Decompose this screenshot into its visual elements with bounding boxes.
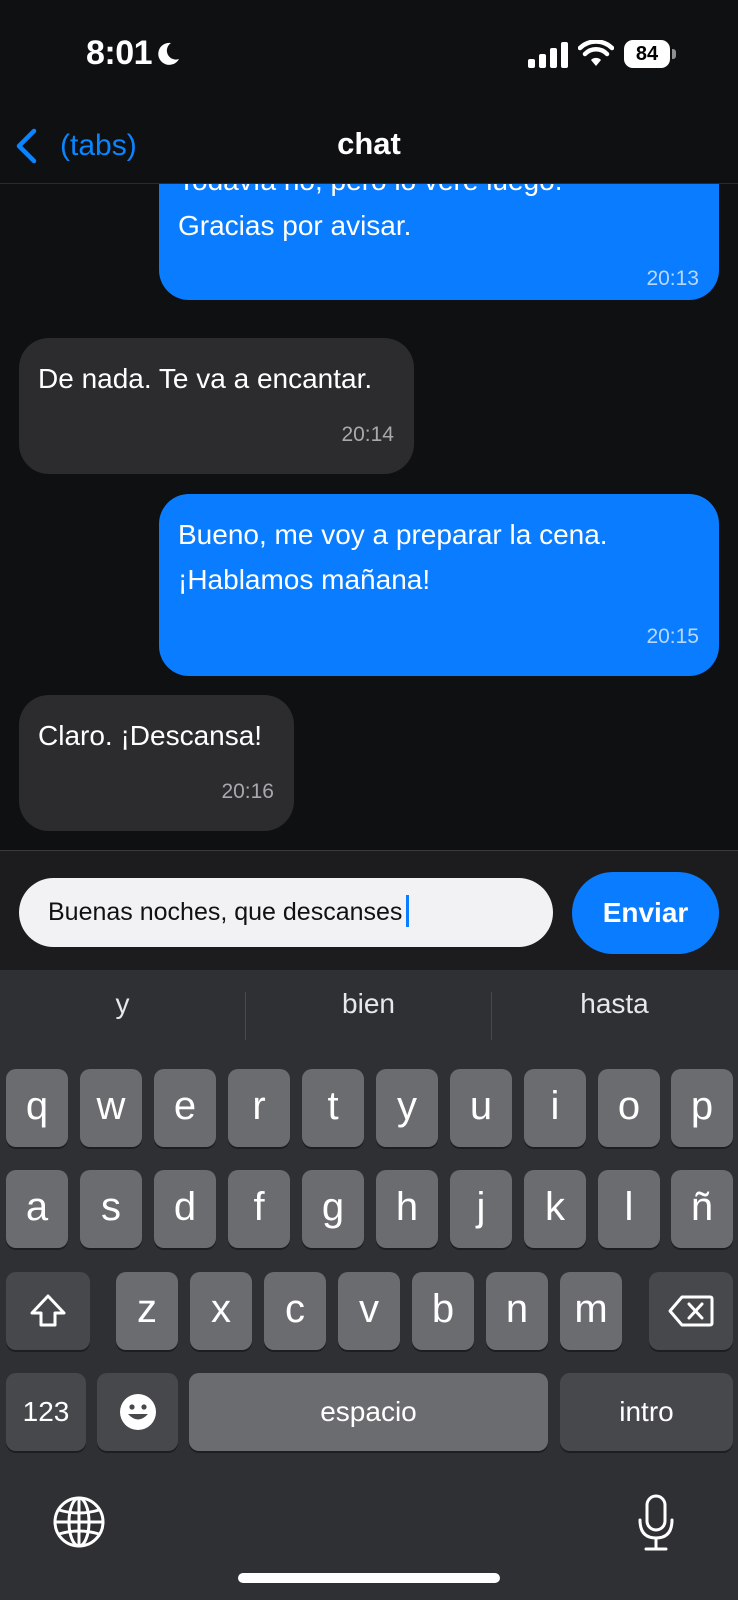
message-bubble-sent: Todavía no, pero lo veré luego. Gracias …: [159, 184, 719, 300]
message-text: ¡Hablamos mañana!: [178, 564, 431, 595]
key-t[interactable]: t: [302, 1069, 364, 1147]
message-text: Claro. ¡Descansa!: [38, 720, 263, 751]
home-indicator[interactable]: [238, 1573, 500, 1583]
status-bar: 8:01 84: [0, 0, 738, 110]
suggestion-bar: y bien hasta: [0, 970, 738, 1040]
message-input-value: Buenas noches, que descanses: [48, 898, 403, 926]
key-w[interactable]: w: [80, 1069, 142, 1147]
key-i[interactable]: i: [524, 1069, 586, 1147]
message-input[interactable]: Buenas noches, que descanses: [19, 878, 553, 947]
shift-key[interactable]: [6, 1272, 90, 1350]
page-title: chat: [337, 126, 401, 161]
key-d[interactable]: d: [154, 1170, 216, 1248]
message-timestamp: 20:15: [646, 625, 699, 648]
status-time: 8:01: [86, 34, 153, 72]
message-text: Bueno, me voy a preparar la cena.: [178, 519, 608, 550]
key-j[interactable]: j: [450, 1170, 512, 1248]
key-g[interactable]: g: [302, 1170, 364, 1248]
key-a[interactable]: a: [6, 1170, 68, 1248]
key-h[interactable]: h: [376, 1170, 438, 1248]
battery-level: 84: [635, 43, 659, 65]
message-timestamp: 20:14: [341, 423, 394, 446]
message-timestamp: 20:16: [221, 780, 274, 803]
globe-icon[interactable]: [52, 1495, 106, 1549]
text-caret: [406, 895, 410, 927]
message-bubble-received: De nada. Te va a encantar. 20:14: [19, 338, 414, 474]
key-p[interactable]: p: [671, 1069, 733, 1147]
space-key[interactable]: espacio: [189, 1373, 548, 1451]
backspace-key[interactable]: [649, 1272, 733, 1350]
key-e[interactable]: e: [154, 1069, 216, 1147]
navigation-bar: (tabs) chat: [0, 110, 738, 184]
emoji-key[interactable]: [97, 1373, 178, 1451]
key-y[interactable]: y: [376, 1069, 438, 1147]
battery-indicator: 84: [624, 40, 676, 68]
shift-icon: [30, 1294, 66, 1327]
key-s[interactable]: s: [80, 1170, 142, 1248]
key-m[interactable]: m: [560, 1272, 622, 1350]
key-z[interactable]: z: [116, 1272, 178, 1350]
key-c[interactable]: c: [264, 1272, 326, 1350]
message-list[interactable]: Todavía no, pero lo veré luego. Gracias …: [0, 184, 738, 850]
key-n-tilde[interactable]: ñ: [671, 1170, 733, 1248]
key-r[interactable]: r: [228, 1069, 290, 1147]
key-x[interactable]: x: [190, 1272, 252, 1350]
numbers-key[interactable]: 123: [6, 1373, 86, 1451]
key-f[interactable]: f: [228, 1170, 290, 1248]
key-b[interactable]: b: [412, 1272, 474, 1350]
keyboard: y bien hasta q w e r t y u i o p a s d f…: [0, 970, 738, 1600]
cellular-signal-icon: [528, 42, 568, 68]
send-button[interactable]: Enviar: [572, 872, 719, 954]
message-text: Todavía no, pero lo veré luego.: [178, 184, 700, 203]
suggestion-2[interactable]: bien: [246, 970, 491, 1038]
key-n[interactable]: n: [486, 1272, 548, 1350]
suggestion-1[interactable]: y: [0, 970, 245, 1038]
key-v[interactable]: v: [338, 1272, 400, 1350]
return-key[interactable]: intro: [560, 1373, 733, 1451]
key-q[interactable]: q: [6, 1069, 68, 1147]
backspace-icon: [668, 1295, 714, 1327]
suggestion-3[interactable]: hasta: [492, 970, 737, 1038]
key-u[interactable]: u: [450, 1069, 512, 1147]
key-l[interactable]: l: [598, 1170, 660, 1248]
message-text: De nada. Te va a encantar.: [38, 363, 373, 394]
message-bubble-received: Claro. ¡Descansa! 20:16: [19, 695, 294, 831]
message-bubble-sent: Bueno, me voy a preparar la cena. ¡Habla…: [159, 494, 719, 676]
moon-icon: [158, 42, 179, 65]
message-text: Gracias por avisar.: [178, 210, 412, 241]
microphone-icon[interactable]: [636, 1494, 676, 1552]
message-timestamp: 20:13: [646, 267, 699, 290]
wifi-icon: [578, 40, 614, 66]
battery-tip: [672, 49, 676, 59]
emoji-icon: [119, 1394, 156, 1430]
message-composer: Buenas noches, que descanses Enviar: [0, 850, 738, 970]
key-o[interactable]: o: [598, 1069, 660, 1147]
key-k[interactable]: k: [524, 1170, 586, 1248]
